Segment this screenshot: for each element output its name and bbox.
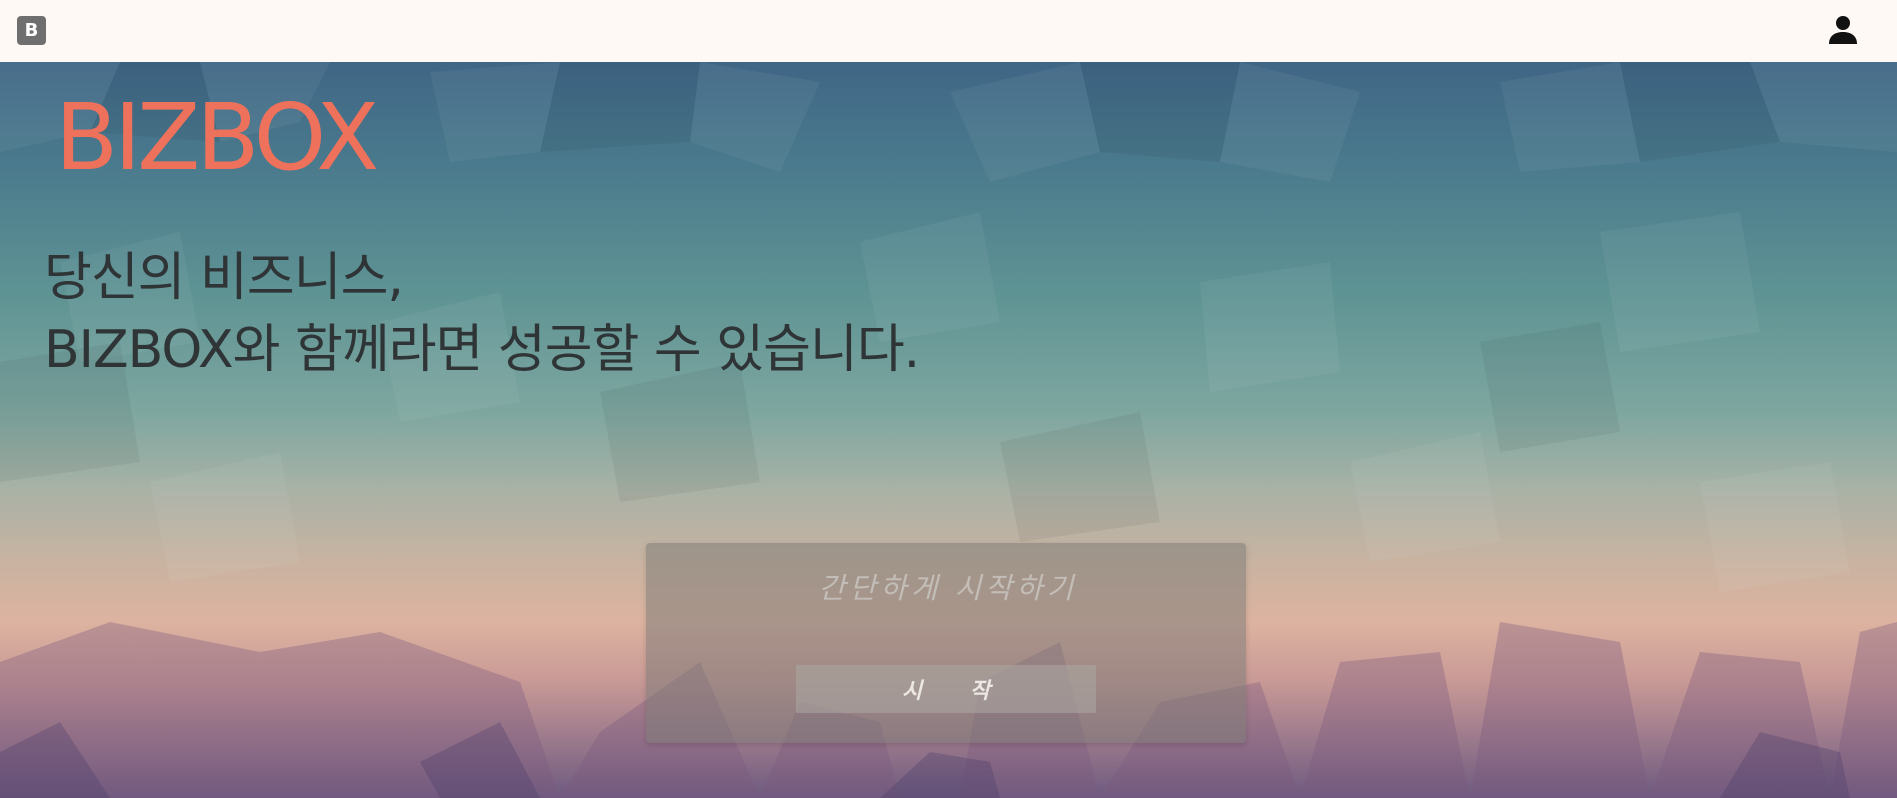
user-icon[interactable] xyxy=(1827,14,1859,46)
start-panel: 시 작 xyxy=(646,543,1246,743)
logo-badge[interactable]: B xyxy=(17,16,46,45)
start-button[interactable]: 시 작 xyxy=(796,665,1096,713)
brand-title: BIZBOX xyxy=(55,84,379,191)
hero-section: BIZBOX 당신의 비즈니스, BIZBOX와 함께라면 성공할 수 있습니다… xyxy=(0,62,1897,798)
hero-tagline: 당신의 비즈니스, BIZBOX와 함께라면 성공할 수 있습니다. xyxy=(44,242,920,386)
top-navbar: B xyxy=(0,0,1897,62)
tagline-line-2: BIZBOX와 함께라면 성공할 수 있습니다. xyxy=(44,320,920,380)
tagline-line-1: 당신의 비즈니스, xyxy=(44,248,404,308)
start-input[interactable] xyxy=(706,565,1190,611)
